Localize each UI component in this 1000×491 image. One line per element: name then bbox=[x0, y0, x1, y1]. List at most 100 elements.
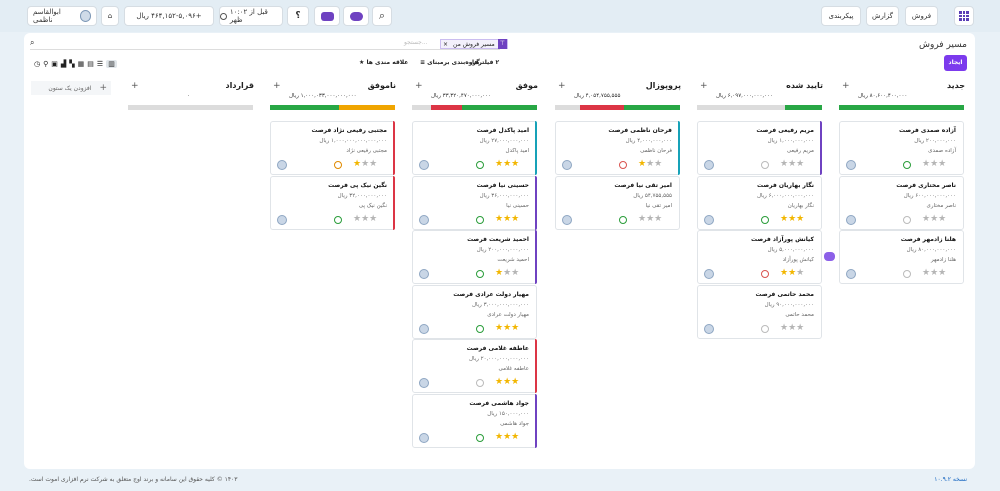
plus-icon[interactable]: + bbox=[131, 81, 139, 91]
priority-star-icon[interactable]: ★ bbox=[495, 377, 503, 387]
search-icon[interactable]: ⌕ bbox=[30, 38, 34, 48]
opportunity-card[interactable]: مهیار دولت عرادی فرصت ۳,۰۰۰,۰۰۰,۰۰۰,۰۰۰ ر… bbox=[412, 284, 537, 339]
opportunity-card[interactable]: احمید شریعت فرصت ۲۰۰,۰۰۰,۰۰۰,۰۰۰ ریال احمی… bbox=[412, 230, 537, 284]
opportunity-card[interactable]: امید پاکدل فرصت ۲۷,۰۰۰,۰۰۰,۰۰۰ ریال امید پ… bbox=[412, 121, 537, 175]
priority-star-icon[interactable]: ★ bbox=[788, 159, 796, 169]
progress-segment[interactable] bbox=[839, 105, 964, 110]
progress-segment[interactable] bbox=[338, 105, 395, 110]
balance-widget[interactable]: +۴۶۴,۱۵۲-۵,۰۹۶ ریال bbox=[124, 6, 214, 26]
priority-star-icon[interactable]: ★ bbox=[353, 159, 361, 169]
priority-star-icon[interactable]: ★ bbox=[780, 214, 788, 224]
priority-star-icon[interactable]: ★ bbox=[788, 323, 796, 333]
priority-star-icon[interactable]: ★ bbox=[361, 159, 369, 169]
progress-segment[interactable] bbox=[128, 105, 253, 110]
priority-star-icon[interactable]: ★ bbox=[503, 214, 511, 224]
column-header-won[interactable]: موفق +۳۳,۳۲۰,۴۷۰,۰۰۰,۰۰۰ ریال bbox=[413, 81, 540, 101]
priority-star-icon[interactable]: ★ bbox=[938, 159, 946, 169]
priority-star-icon[interactable]: ★ bbox=[646, 159, 654, 169]
create-button[interactable]: ایجاد bbox=[944, 55, 967, 71]
priority-star-icon[interactable]: ★ bbox=[796, 214, 804, 224]
activity-status-icon[interactable] bbox=[761, 215, 769, 224]
activity-status-icon[interactable] bbox=[761, 161, 769, 169]
avatar[interactable] bbox=[419, 214, 429, 225]
priority-star-icon[interactable]: ★ bbox=[638, 159, 646, 169]
priority-star-icon[interactable]: ★ bbox=[495, 268, 503, 278]
priority-star-icon[interactable]: ★ bbox=[788, 268, 796, 278]
filters-menu[interactable]: ۲ فیلترها bbox=[472, 59, 499, 66]
activity-view-icon[interactable]: ◷ bbox=[34, 60, 40, 68]
activity-status-icon[interactable] bbox=[761, 270, 769, 278]
priority-star-icon[interactable]: ★ bbox=[503, 432, 511, 442]
messages-button[interactable] bbox=[343, 6, 369, 26]
priority-star-icon[interactable]: ★ bbox=[503, 323, 511, 333]
priority-star-icon[interactable]: ★ bbox=[796, 268, 804, 278]
activities-button[interactable] bbox=[314, 6, 340, 26]
avatar[interactable] bbox=[419, 378, 429, 388]
pivot-view-icon[interactable]: ▣ bbox=[51, 60, 58, 68]
priority-star-icon[interactable]: ★ bbox=[353, 214, 361, 224]
priority-star-icon[interactable]: ★ bbox=[930, 268, 938, 278]
priority-star-icon[interactable]: ★ bbox=[796, 323, 804, 333]
plus-icon[interactable]: + bbox=[415, 81, 423, 91]
kanban-view-icon[interactable]: ▥ bbox=[106, 59, 117, 68]
activity-status-icon[interactable] bbox=[476, 433, 484, 442]
priority-star-icon[interactable]: ★ bbox=[495, 159, 503, 169]
opportunity-card[interactable]: ناصر مختاری فرصت ۶۰۰,۰۰۰,۰۰۰,۰۰۰ ریال ناصر… bbox=[839, 175, 964, 230]
priority-star-icon[interactable]: ★ bbox=[654, 159, 662, 169]
user-menu[interactable]: ابوالقاسم ناظمی bbox=[27, 6, 97, 26]
search-bar[interactable] bbox=[30, 37, 500, 50]
opportunity-card[interactable]: مجتبی رفیعی نژاد فرصت ۱,۰۰۰,۰۰۰,۰۰۰,۰۰۰,۰… bbox=[270, 121, 395, 175]
activity-status-icon[interactable] bbox=[334, 215, 342, 224]
column-header-contract[interactable]: قرارداد +۰ bbox=[129, 81, 256, 101]
opportunity-card[interactable]: نگار بهاریان فرصت ۶,۰۰۰,۰۰۰,۰۰۰,۰۰۰ ریال ن… bbox=[697, 175, 822, 230]
activity-status-icon[interactable] bbox=[619, 161, 627, 169]
progress-segment[interactable] bbox=[270, 105, 339, 110]
avatar[interactable] bbox=[704, 160, 714, 170]
activity-status-icon[interactable] bbox=[476, 215, 484, 224]
priority-star-icon[interactable]: ★ bbox=[788, 214, 796, 224]
priority-star-icon[interactable]: ★ bbox=[780, 268, 788, 278]
opportunity-card[interactable]: عاطفه غلامی فرصت ۲۰,۰۰۰,۰۰۰,۰۰۰,۰۰۰ ریال ع… bbox=[412, 339, 537, 393]
column-header-new[interactable]: جدید +۸۰,۶۰۰,۴۰۰,۰۰۰ ریال bbox=[840, 81, 967, 101]
favorites-menu[interactable]: ★ علاقه مندی ها bbox=[359, 59, 408, 66]
column-header-approved[interactable]: تایید شده +۶,۰۹۷,۰۰۰,۰۰۰,۰۰۰ ریال bbox=[698, 81, 825, 101]
nav-sales[interactable]: فروش bbox=[905, 6, 938, 26]
priority-star-icon[interactable]: ★ bbox=[511, 159, 519, 169]
group-by-menu[interactable]: ≡ گروه‌بندی برمبنای bbox=[420, 59, 480, 66]
opportunity-card[interactable]: مریم رفیعی فرصت ۱,۰۰۰,۰۰۰,۰۰۰ ریال مریم رف… bbox=[697, 121, 822, 175]
plus-icon[interactable]: + bbox=[558, 81, 566, 91]
graph-view-icon[interactable]: ▟ bbox=[61, 60, 66, 68]
priority-star-icon[interactable]: ★ bbox=[369, 159, 377, 169]
activity-status-icon[interactable] bbox=[476, 270, 484, 278]
map-view-icon[interactable]: ⚲ bbox=[43, 60, 48, 68]
avatar[interactable] bbox=[562, 160, 572, 170]
activity-status-icon[interactable] bbox=[334, 161, 342, 169]
priority-star-icon[interactable]: ★ bbox=[780, 323, 788, 333]
drag-handle-icon[interactable] bbox=[824, 252, 835, 261]
progress-segment[interactable] bbox=[555, 105, 580, 110]
opportunity-card[interactable]: امیر تقی نیا فرصت ۵۴,۷۵۵,۵۵۵ ریال امیر تقی… bbox=[555, 175, 680, 230]
priority-star-icon[interactable]: ★ bbox=[796, 159, 804, 169]
avatar[interactable] bbox=[562, 214, 572, 225]
company-switch-button[interactable]: ⌂ bbox=[101, 6, 119, 26]
filter-chip[interactable]: ⊤ مسیر فروش من × bbox=[440, 39, 508, 49]
priority-star-icon[interactable]: ★ bbox=[503, 159, 511, 169]
column-header-lost[interactable]: ناموفق +۱,۰۰۰,۰۳۳,۰۰۰,۰۰۰,۰۰۰ ریال bbox=[271, 81, 398, 101]
add-column[interactable]: + افزودن یک ستون bbox=[31, 81, 111, 95]
opportunity-card[interactable]: محمد حاتمی فرصت ۹۰,۰۰۰,۰۰۰,۰۰۰ ریال محمد ح… bbox=[697, 284, 822, 339]
priority-star-icon[interactable]: ★ bbox=[930, 214, 938, 224]
table-view-icon[interactable]: ▤ bbox=[87, 60, 94, 68]
opportunity-card[interactable]: فرحان ناظمی فرصت ۴,۰۰۰,۰۰۰,۰۰۰ ریال فرحان … bbox=[555, 121, 680, 175]
progress-segment[interactable] bbox=[784, 105, 822, 110]
opportunity-card[interactable]: هلنا زادمهر فرصت ۸۰,۰۰۰,۰۰۰,۰۰۰ ریال هلنا … bbox=[839, 230, 964, 284]
zoom-button[interactable]: ⌕ bbox=[372, 6, 392, 26]
priority-star-icon[interactable]: ★ bbox=[495, 323, 503, 333]
priority-star-icon[interactable]: ★ bbox=[922, 214, 930, 224]
avatar[interactable] bbox=[846, 160, 856, 170]
priority-star-icon[interactable]: ★ bbox=[511, 323, 519, 333]
calendar-view-icon[interactable]: ▦ bbox=[78, 60, 85, 68]
activity-status-icon[interactable] bbox=[761, 324, 769, 333]
avatar[interactable] bbox=[277, 214, 287, 225]
priority-star-icon[interactable]: ★ bbox=[511, 214, 519, 224]
progress-segment[interactable] bbox=[580, 105, 624, 110]
